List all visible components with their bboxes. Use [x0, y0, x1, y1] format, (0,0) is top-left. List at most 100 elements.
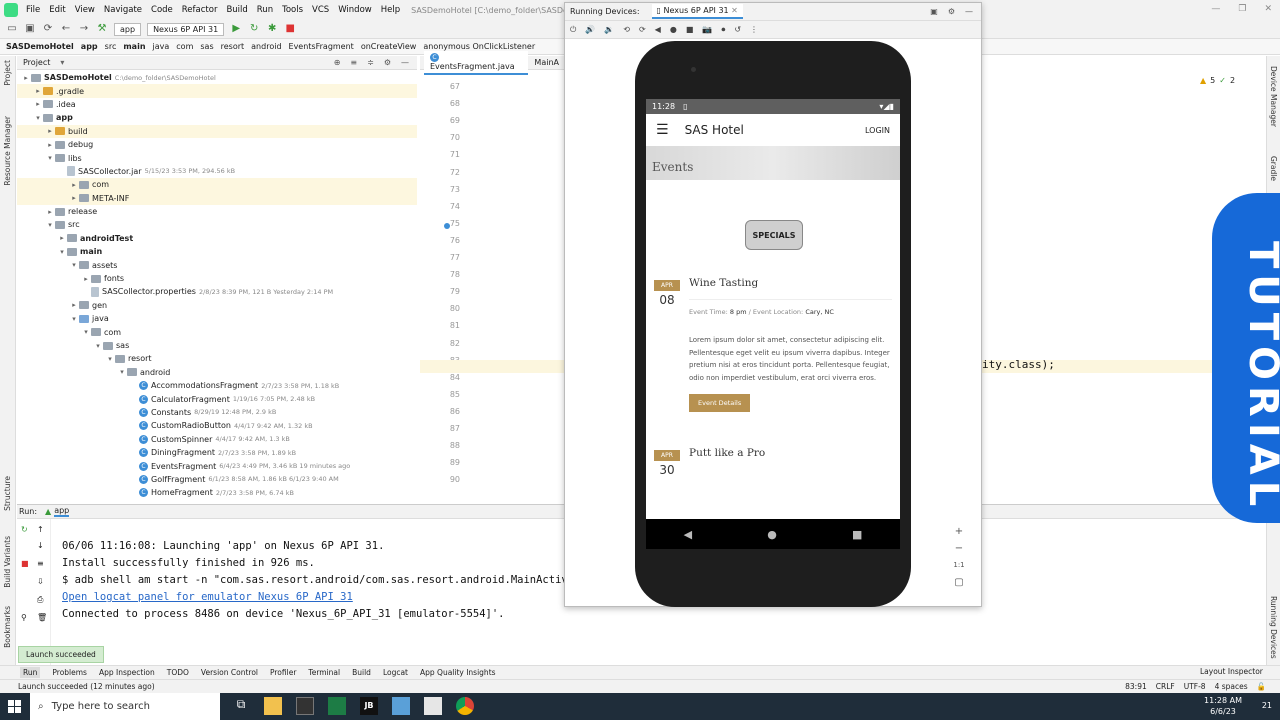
maximize-icon[interactable]: ❐ — [1238, 4, 1246, 14]
chevron-down-icon[interactable]: ▾ — [33, 114, 43, 122]
expand-all-icon[interactable]: ≑ — [367, 58, 374, 67]
tree-item[interactable]: ▸ SASDemoHotel C:\demo_folder\SASDemoHotel — [17, 71, 417, 84]
event-details-button[interactable]: Event Details — [689, 394, 751, 412]
breadcrumb-item[interactable]: com — [176, 42, 193, 51]
nav-recents-icon[interactable]: ■ — [852, 528, 862, 541]
scroll-end-icon[interactable]: ⇩ — [37, 577, 44, 586]
chevron-down-icon[interactable]: ▾ — [57, 248, 67, 256]
tree-item[interactable]: C EventsFragment 6/4/23 4:49 PM, 3.46 kB 1… — [17, 459, 417, 472]
chevron-down-icon[interactable]: ▾ — [69, 315, 79, 323]
collapse-all-icon[interactable]: ≡ — [350, 58, 357, 67]
jetbrains-icon[interactable]: JB — [360, 697, 378, 715]
tree-item[interactable]: ▸ gen — [17, 299, 417, 312]
caret-position[interactable]: 83:91 — [1125, 682, 1147, 691]
terminal-icon[interactable] — [296, 697, 314, 715]
breadcrumb-item[interactable]: main — [123, 42, 145, 51]
tool-tab-run[interactable]: Run — [20, 667, 41, 678]
chevron-right-icon[interactable]: ▸ — [33, 87, 43, 95]
tree-item[interactable]: C HomeFragment 2/7/23 3:58 PM, 6.74 kB — [17, 486, 417, 499]
volume-down-icon[interactable]: 🔉 — [604, 25, 614, 34]
run-icon[interactable]: ▶ — [230, 23, 242, 35]
tool-tab-todo[interactable]: TODO — [167, 668, 189, 677]
inspection-widget[interactable]: ▲ 5 ✓ 2 — [1200, 76, 1235, 85]
rerun-icon[interactable]: ↻ — [21, 525, 28, 534]
debug-icon[interactable]: ✱ — [266, 23, 278, 35]
tool-tab-version-control[interactable]: Version Control — [201, 668, 258, 677]
menu-refactor[interactable]: Refactor — [182, 5, 218, 15]
login-button[interactable]: LOGIN — [865, 126, 890, 135]
zoom-out-icon[interactable]: − — [951, 540, 967, 557]
running-devices-label[interactable]: Running Devices — [1269, 596, 1278, 659]
zoom-in-icon[interactable]: + — [951, 523, 967, 540]
project-tool-label[interactable]: Project — [3, 60, 12, 86]
up-icon[interactable]: ↑ — [37, 525, 44, 534]
overview-icon[interactable]: ■ — [686, 25, 694, 34]
tool-tab-profiler[interactable]: Profiler — [270, 668, 296, 677]
screenshot-icon[interactable]: 📷 — [702, 25, 712, 34]
layout-icon[interactable]: ▣ — [930, 7, 938, 16]
tool-tab-terminal[interactable]: Terminal — [308, 668, 340, 677]
breadcrumb-item[interactable]: java — [153, 42, 170, 51]
hamburger-icon[interactable]: ☰ — [656, 122, 669, 138]
pin-icon[interactable]: ⚲ — [21, 613, 27, 622]
file-explorer-icon[interactable] — [264, 697, 282, 715]
tree-item[interactable]: SASCollector.jar 5/15/23 3:53 PM, 294.56 … — [17, 165, 417, 178]
bookmarks-label[interactable]: Bookmarks — [3, 606, 12, 648]
tree-item[interactable]: C CustomSpinner 4/4/17 9:42 AM, 1.3 kB — [17, 433, 417, 446]
zoom-actual-button[interactable]: 1:1 — [951, 557, 967, 574]
home-icon[interactable]: ● — [670, 25, 677, 34]
tool-tab-build[interactable]: Build — [352, 668, 371, 677]
tree-item[interactable]: ▸ build — [17, 124, 417, 138]
tree-item[interactable]: ▾ android — [17, 366, 417, 379]
menu-code[interactable]: Code — [151, 5, 173, 15]
chevron-down-icon[interactable]: ▾ — [60, 58, 64, 67]
chevron-down-icon[interactable]: ▾ — [45, 154, 55, 162]
specials-button[interactable]: SPECIALS — [745, 220, 803, 250]
app-icon[interactable] — [392, 697, 410, 715]
structure-label[interactable]: Structure — [3, 476, 12, 511]
event-title[interactable]: Wine Tasting — [689, 277, 892, 300]
chevron-right-icon[interactable]: ▸ — [45, 208, 55, 216]
wrap-icon[interactable]: ≡ — [37, 559, 44, 568]
chevron-right-icon[interactable]: ▸ — [81, 275, 91, 283]
reset-icon[interactable]: ↺ — [734, 25, 741, 34]
chevron-down-icon[interactable]: ▾ — [117, 368, 127, 376]
menu-navigate[interactable]: Navigate — [104, 5, 142, 15]
chevron-right-icon[interactable]: ▸ — [45, 127, 55, 135]
device-select[interactable]: Nexus 6P API 31 — [147, 22, 225, 36]
notepad-icon[interactable] — [424, 697, 442, 715]
windows-start-icon[interactable] — [8, 700, 21, 713]
menu-help[interactable]: Help — [381, 5, 400, 15]
open-icon[interactable]: ▭ — [6, 23, 18, 35]
line-separator[interactable]: CRLF — [1156, 682, 1175, 691]
breadcrumb-item[interactable]: android — [251, 42, 281, 51]
stop-icon[interactable]: ■ — [284, 23, 296, 35]
tree-item[interactable]: ▸ fonts — [17, 272, 417, 285]
code-line[interactable]: ity.class); — [982, 358, 1055, 371]
breadcrumb-item[interactable]: sas — [200, 42, 213, 51]
chrome-icon[interactable] — [456, 697, 474, 715]
locate-icon[interactable]: ⊕ — [334, 58, 341, 67]
menu-view[interactable]: View — [75, 5, 95, 15]
more-icon[interactable]: ⋮ — [750, 25, 758, 34]
menu-edit[interactable]: Edit — [49, 5, 65, 15]
menu-build[interactable]: Build — [226, 5, 247, 15]
print-icon[interactable]: ⎙ — [37, 595, 43, 605]
tool-tab-app-quality-insights[interactable]: App Quality Insights — [420, 668, 496, 677]
back-icon[interactable]: ◀ — [655, 25, 661, 34]
chevron-right-icon[interactable]: ▸ — [69, 194, 79, 202]
tab-mainactivity[interactable]: MainA — [528, 56, 565, 69]
chevron-down-icon[interactable]: ▾ — [45, 221, 55, 229]
gear-icon[interactable]: ⚙ — [948, 7, 955, 16]
chevron-down-icon[interactable]: ▾ — [69, 261, 79, 269]
taskbar-search[interactable]: ⌕ Type here to search — [30, 693, 220, 720]
tree-item[interactable]: SASCollector.properties 2/8/23 8:39 PM, 1… — [17, 285, 417, 298]
down-icon[interactable]: ↓ — [37, 541, 44, 550]
tree-item[interactable]: C DiningFragment 2/7/23 3:58 PM, 1.89 kB — [17, 446, 417, 459]
build-variants-label[interactable]: Build Variants — [3, 536, 12, 588]
rotate-right-icon[interactable]: ⟳ — [639, 25, 646, 34]
breadcrumb-item[interactable]: SASDemoHotel — [6, 42, 74, 51]
stop-run-icon[interactable]: ■ — [21, 559, 29, 568]
breadcrumb-item[interactable]: src — [105, 42, 117, 51]
tree-item[interactable]: ▸ androidTest — [17, 232, 417, 245]
